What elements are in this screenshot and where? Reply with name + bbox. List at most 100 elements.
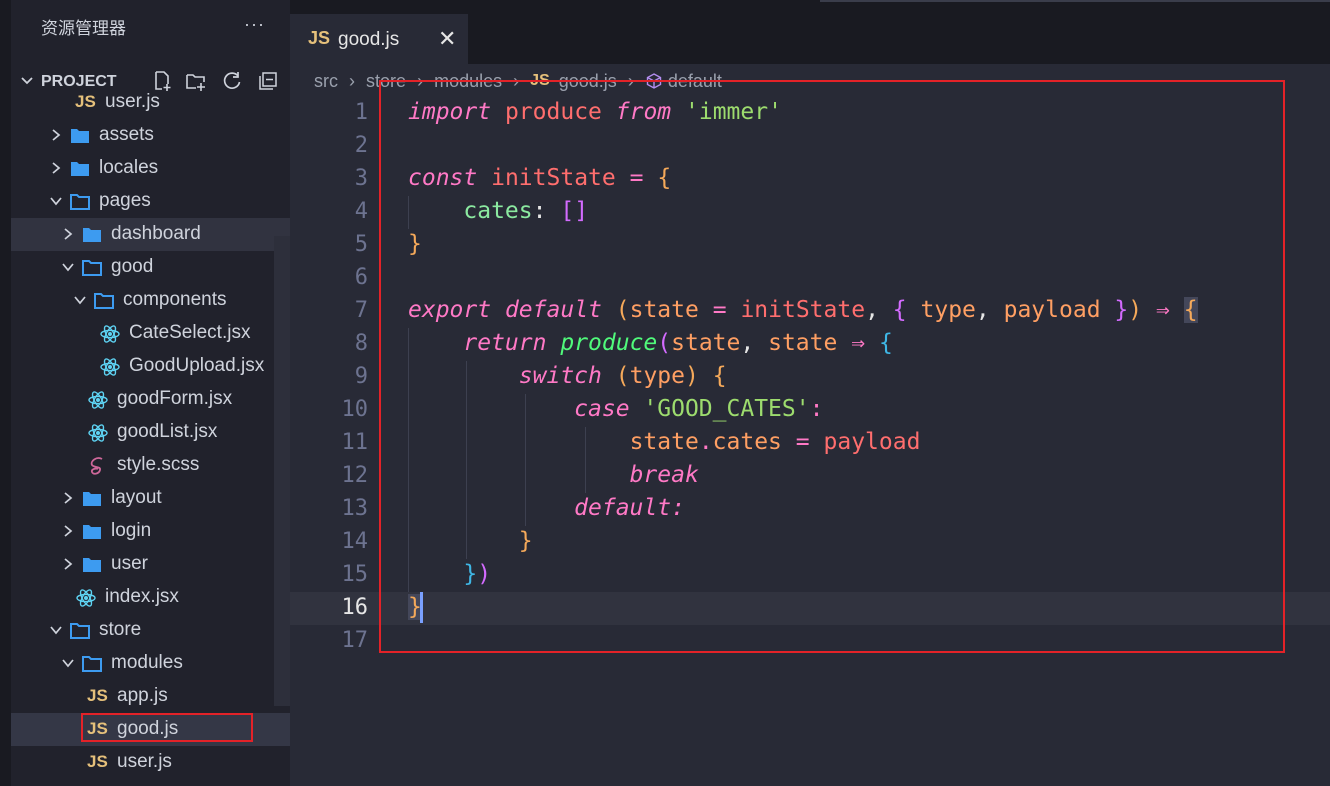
tree-item-label: login	[111, 520, 152, 541]
tree-item-dashboard[interactable]: dashboard	[11, 218, 290, 251]
folder-icon	[81, 653, 103, 675]
sidebar-scrollbar[interactable]	[274, 236, 290, 706]
line-number: 16	[341, 595, 369, 620]
chevron-down-icon[interactable]	[73, 293, 87, 307]
line-number: 11	[341, 430, 369, 455]
chevron-down-icon[interactable]	[61, 260, 75, 274]
line-number: 4	[354, 199, 368, 224]
tab-label: good.js	[338, 29, 400, 50]
react-icon	[75, 587, 97, 609]
tree-item-label: good	[111, 256, 154, 277]
tree-item-goodlist-jsx[interactable]: goodList.jsx	[11, 416, 290, 449]
close-icon[interactable]: ✕	[438, 26, 456, 52]
folder-icon	[81, 521, 103, 543]
tree-item-label: layout	[111, 487, 162, 508]
breadcrumb-src[interactable]: src	[314, 71, 338, 91]
tree-item-label: assets	[99, 124, 154, 145]
chevron-right-icon[interactable]	[61, 227, 75, 241]
editor-pane: JS good.js ✕ src › store › modules › JS …	[290, 0, 1330, 786]
folder-icon	[81, 488, 103, 510]
line-number: 9	[354, 364, 368, 389]
folder-icon	[69, 191, 91, 213]
tab-good-js[interactable]: JS good.js ✕	[290, 14, 468, 64]
line-number: 12	[341, 463, 369, 488]
tree-item-label: goodList.jsx	[117, 421, 218, 442]
react-icon	[87, 422, 109, 444]
tree-item-label: user	[111, 553, 148, 574]
folder-icon	[81, 224, 103, 246]
tree-item-goodform-jsx[interactable]: goodForm.jsx	[11, 383, 290, 416]
tree-item-label: app.js	[117, 685, 168, 706]
tree-item-modules[interactable]: modules	[11, 647, 290, 680]
folder-icon	[69, 158, 91, 180]
tree-item-layout[interactable]: layout	[11, 482, 290, 515]
tree-item-good[interactable]: good	[11, 251, 290, 284]
tab-bar-edge	[820, 0, 1330, 2]
tree-item-store[interactable]: store	[11, 614, 290, 647]
explorer-sidebar: 资源管理器 ··· PROJECT JS user.js assets locales…	[11, 0, 290, 786]
chevron-down-icon[interactable]	[49, 194, 63, 208]
tree-item-label: components	[123, 289, 227, 310]
tree-item-assets[interactable]: assets	[11, 119, 290, 152]
tree-item-label: store	[99, 619, 142, 640]
code-annotation-box	[379, 80, 1285, 653]
chevron-right-icon[interactable]	[49, 161, 63, 175]
react-icon	[87, 389, 109, 411]
folder-icon	[69, 125, 91, 147]
line-number: 1	[354, 100, 368, 125]
folder-icon	[81, 257, 103, 279]
tree-item-goodupload-jsx[interactable]: GoodUpload.jsx	[11, 350, 290, 383]
chevron-right-icon[interactable]	[49, 128, 63, 142]
js-icon: JS	[87, 686, 108, 705]
react-icon	[99, 356, 121, 378]
tree-item-label: user.js	[105, 91, 160, 112]
tree-item-label: pages	[99, 190, 151, 211]
line-number: 17	[341, 628, 369, 653]
chevron-right-icon[interactable]	[61, 524, 75, 538]
line-number: 6	[354, 265, 368, 290]
line-number: 8	[354, 331, 368, 356]
tree-item-label: locales	[99, 157, 159, 178]
react-icon	[99, 323, 121, 345]
folder-icon	[93, 290, 115, 312]
tree-item-label: modules	[111, 652, 183, 673]
sass-icon	[87, 455, 109, 477]
explorer-title: 资源管理器	[41, 19, 126, 38]
tree-item-locales[interactable]: locales	[11, 152, 290, 185]
tree-item-components[interactable]: components	[11, 284, 290, 317]
tab-bar: JS good.js ✕	[290, 0, 1330, 64]
chevron-down-icon[interactable]	[49, 623, 63, 637]
tree-item-style-scss[interactable]: style.scss	[11, 449, 290, 482]
tree-item-label: style.scss	[117, 454, 200, 475]
tree-item-user[interactable]: user	[11, 548, 290, 581]
line-number: 3	[354, 166, 368, 191]
more-actions-button[interactable]: ···	[244, 14, 265, 35]
chevron-right-icon[interactable]	[61, 557, 75, 571]
line-number: 7	[354, 298, 368, 323]
line-number: 5	[354, 232, 368, 257]
good-js-annotation-box	[81, 713, 253, 742]
line-number: 14	[341, 529, 369, 554]
js-icon: JS	[308, 28, 331, 48]
tree-item-index-jsx[interactable]: index.jsx	[11, 581, 290, 614]
line-number: 13	[341, 496, 369, 521]
tree-item-pages[interactable]: pages	[11, 185, 290, 218]
tree-item-cateselect-jsx[interactable]: CateSelect.jsx	[11, 317, 290, 350]
folder-icon	[81, 554, 103, 576]
tree-item-user-js[interactable]: JS user.js	[11, 746, 290, 779]
tree-item-login[interactable]: login	[11, 515, 290, 548]
activity-bar-edge	[0, 0, 11, 786]
chevron-right-icon[interactable]	[61, 491, 75, 505]
tree-item-label: goodForm.jsx	[117, 388, 233, 409]
line-number: 15	[341, 562, 369, 587]
tree-item-user-js[interactable]: JS user.js	[11, 86, 290, 119]
js-icon: JS	[75, 92, 96, 111]
chevron-down-icon[interactable]	[61, 656, 75, 670]
chevron-right-icon: ›	[349, 70, 356, 91]
tree-item-app-js[interactable]: JS app.js	[11, 680, 290, 713]
tree-item-label: GoodUpload.jsx	[129, 355, 265, 376]
tree-item-label: dashboard	[111, 223, 201, 244]
tree-item-label: user.js	[117, 751, 172, 772]
tree-item-label: index.jsx	[105, 586, 179, 607]
tree-item-label: CateSelect.jsx	[129, 322, 251, 343]
